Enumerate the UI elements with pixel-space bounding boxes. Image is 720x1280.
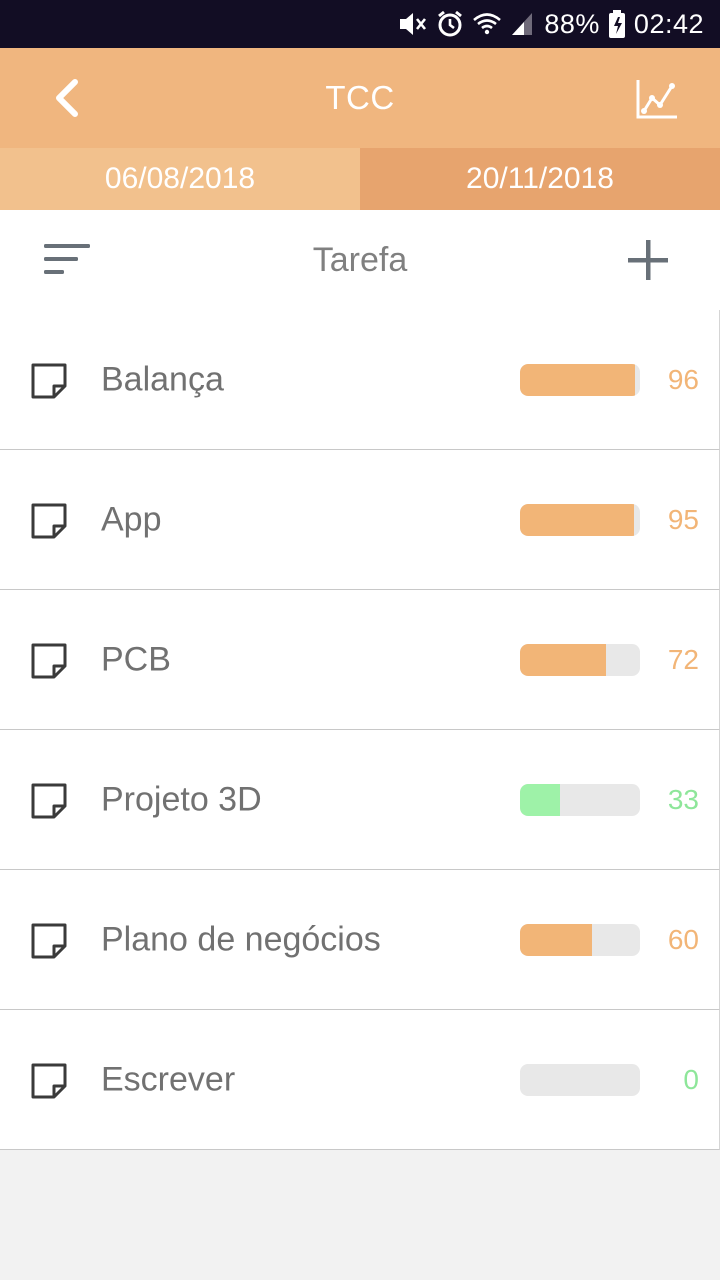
alarm-icon — [438, 10, 463, 37]
progress-percent: 33 — [667, 783, 699, 815]
progress-bar-fill — [520, 924, 592, 956]
start-date[interactable]: 06/08/2018 — [0, 148, 360, 210]
task-row[interactable]: Escrever 0 — [0, 1010, 720, 1150]
battery-icon — [608, 10, 625, 38]
note-icon — [31, 783, 67, 819]
progress-percent: 60 — [667, 923, 699, 955]
progress-percent: 72 — [667, 643, 699, 675]
end-date-value: 20/11/2018 — [466, 162, 614, 195]
wifi-icon — [473, 13, 502, 35]
mute-icon — [400, 13, 427, 35]
app-bar: TCC — [0, 48, 720, 148]
task-name: Balança — [101, 360, 224, 398]
note-icon — [31, 363, 67, 399]
section-title: Tarefa — [312, 240, 408, 279]
task-name: App — [101, 500, 162, 538]
note-icon — [31, 503, 67, 539]
note-icon — [31, 923, 67, 959]
task-row[interactable]: Projeto 3D 33 — [0, 730, 720, 870]
task-name: Plano de negócios — [101, 920, 381, 958]
task-row[interactable]: App 95 — [0, 450, 720, 590]
progress-bar — [520, 924, 640, 956]
task-toolbar: Tarefa — [0, 210, 720, 310]
task-row[interactable]: Balança 96 — [0, 310, 720, 450]
clock: 02:42 — [633, 8, 704, 39]
task-name: Escrever — [101, 1060, 236, 1098]
chart-button[interactable] — [632, 74, 682, 124]
progress-percent: 0 — [683, 1063, 699, 1095]
progress-bar-fill — [520, 784, 560, 816]
task-list: Balança 96 App 95 PCB 72 Projeto 3D 33 P… — [0, 310, 720, 1150]
page-title: TCC — [325, 79, 395, 116]
sort-icon — [44, 244, 90, 274]
task-name: PCB — [101, 640, 171, 678]
add-task-button[interactable] — [626, 238, 670, 282]
battery-percent: 88% — [544, 8, 600, 39]
progress-bar — [520, 644, 640, 676]
progress-bar — [520, 784, 640, 816]
progress-percent: 95 — [667, 503, 699, 535]
back-button[interactable] — [40, 72, 92, 124]
note-icon — [31, 1063, 67, 1099]
progress-percent: 96 — [667, 363, 699, 395]
task-row[interactable]: Plano de negócios 60 — [0, 870, 720, 1010]
start-date-value: 06/08/2018 — [104, 162, 256, 195]
task-row[interactable]: PCB 72 — [0, 590, 720, 730]
status-bar: 88% 02:42 — [0, 0, 720, 48]
note-icon — [31, 643, 67, 679]
line-chart-icon — [636, 80, 677, 119]
signal-icon — [512, 13, 533, 35]
progress-bar — [520, 504, 640, 536]
chevron-left-icon — [56, 79, 78, 117]
plus-icon — [628, 240, 668, 280]
progress-bar-fill — [520, 364, 636, 396]
task-name: Projeto 3D — [101, 780, 262, 818]
end-date[interactable]: 20/11/2018 — [360, 148, 720, 210]
date-range: 06/08/2018 20/11/2018 — [0, 148, 720, 210]
progress-bar-fill — [520, 644, 607, 676]
progress-bar — [520, 1064, 640, 1096]
progress-bar-fill — [520, 504, 634, 536]
sort-button[interactable] — [40, 240, 96, 280]
progress-bar — [520, 364, 640, 396]
status-icons — [398, 10, 534, 38]
